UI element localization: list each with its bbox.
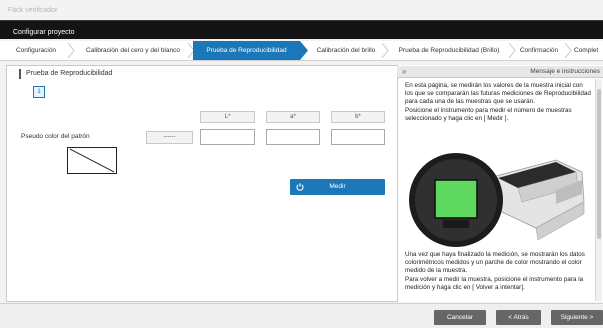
sample-number-tab[interactable]: 1 (33, 86, 45, 98)
step-label: Configuración (15, 47, 57, 54)
instructions-scrollbar[interactable] (595, 79, 602, 301)
step-label: Confirmación (519, 47, 559, 54)
next-button[interactable]: Siguiente > (551, 310, 603, 325)
a-header: a* (266, 111, 320, 123)
step-calibracion-brillo[interactable]: Calibración del brillo (308, 41, 384, 60)
instrument-illustration (406, 150, 592, 248)
instructions-text-top: En esta página, se medirán los valores d… (405, 82, 591, 123)
measure-label: Medir (329, 183, 346, 190)
pseudo-color-value: ------ (146, 131, 193, 144)
section-title: Prueba de Reproducibilidad (19, 69, 112, 79)
steps-bar: Configuración Calibración del cero y del… (0, 41, 603, 61)
step-confirmacion[interactable]: Confirmación (514, 41, 564, 60)
step-completado[interactable]: Complet (574, 41, 603, 60)
a-value-field[interactable] (266, 129, 320, 145)
instruction-paragraph: Una vez que haya finalizado la medición,… (405, 251, 585, 275)
active-step-arrow-icon (300, 41, 308, 60)
back-button[interactable]: < Atrás (496, 310, 541, 325)
step-configuracion[interactable]: Configuración (0, 41, 72, 60)
step-label: Prueba de Reproducibilidad (206, 47, 287, 54)
step-calibracion-cero-blanco[interactable]: Calibración del cero y del blanco (74, 41, 192, 60)
instructions-text-bottom: Una vez que haya finalizado la medición,… (405, 251, 591, 303)
l-value-field[interactable] (200, 129, 255, 145)
step-label: Prueba de Reproducibilidad (Brillo) (398, 47, 500, 54)
instructions-title: Mensaje e instrucciones (530, 68, 600, 75)
chevron-right-icon (564, 43, 572, 58)
instructions-header: » Mensaje e instrucciones (397, 66, 603, 78)
b-value-field[interactable] (331, 129, 385, 145)
scrollbar-thumb[interactable] (597, 89, 601, 239)
window-title: Configurar proyecto (13, 29, 75, 36)
step-prueba-reproducibilidad-brillo[interactable]: Prueba de Reproducibilidad (Brillo) (387, 41, 511, 60)
step-label: Complet (574, 47, 599, 54)
measure-button[interactable]: Medir (290, 179, 385, 195)
collapse-panel-icon[interactable]: » (402, 66, 406, 78)
step-label: Calibración del brillo (316, 47, 376, 54)
step-label: Calibración del cero y del blanco (86, 47, 180, 54)
l-header: L* (200, 111, 255, 123)
color-patch-empty (67, 147, 117, 174)
instruction-paragraph: Para volver a medir la muestra, posicion… (405, 275, 584, 291)
step-prueba-reproducibilidad[interactable]: Prueba de Reproducibilidad (193, 41, 300, 60)
power-icon (296, 183, 304, 191)
b-header: b* (331, 111, 385, 123)
instruction-paragraph: En esta página, se medirán los valores d… (405, 82, 591, 106)
pseudo-color-label: Pseudo color del patrón (21, 133, 90, 140)
window-header: Configurar proyecto (0, 20, 603, 39)
instruction-paragraph: Posicione el instrumento para medir el n… (405, 106, 572, 122)
cancel-button[interactable]: Cancelar (434, 310, 486, 325)
app-title: Fäck verificador (0, 0, 603, 20)
